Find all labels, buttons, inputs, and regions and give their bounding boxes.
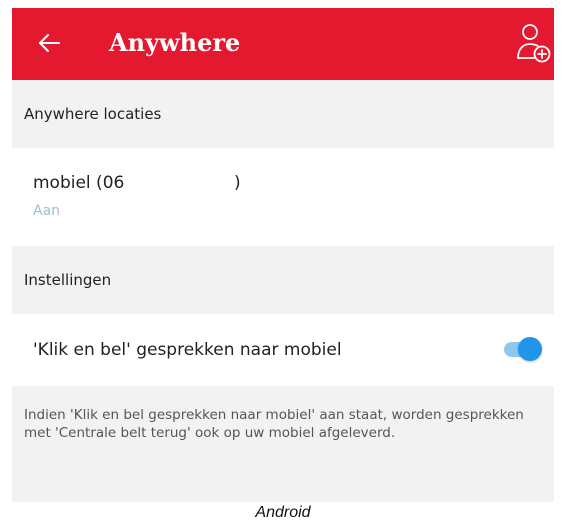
location-name-close: ): [234, 173, 241, 193]
arrow-left-icon: [39, 34, 60, 52]
app-bar: Anywhere: [12, 8, 554, 80]
setting-label: 'Klik en bel' gesprekken naar mobiel: [33, 340, 342, 360]
section-title: Anywhere locaties: [24, 105, 162, 123]
add-user-icon: [517, 24, 551, 63]
setting-row-click-and-call[interactable]: 'Klik en bel' gesprekken naar mobiel: [12, 314, 554, 386]
back-button[interactable]: [34, 28, 64, 58]
page-title: Anywhere: [109, 28, 241, 57]
platform-caption: Android: [255, 504, 311, 521]
section-title: Instellingen: [24, 271, 112, 289]
toggle-thumb: [518, 337, 542, 361]
click-and-call-toggle[interactable]: [502, 334, 546, 364]
add-user-button[interactable]: [512, 20, 554, 68]
location-item-mobile[interactable]: mobiel (06 ) Aan: [12, 148, 554, 246]
info-text: Indien 'Klik en bel gesprekken naar mobi…: [24, 407, 524, 441]
app-screen: Anywhere Anywhere locaties mobiel (06 ) …: [12, 8, 554, 502]
section-header-locations: Anywhere locaties: [12, 80, 554, 148]
section-header-settings: Instellingen: [12, 246, 554, 314]
location-name: mobiel (06: [33, 173, 125, 193]
location-status: Aan: [33, 203, 61, 219]
